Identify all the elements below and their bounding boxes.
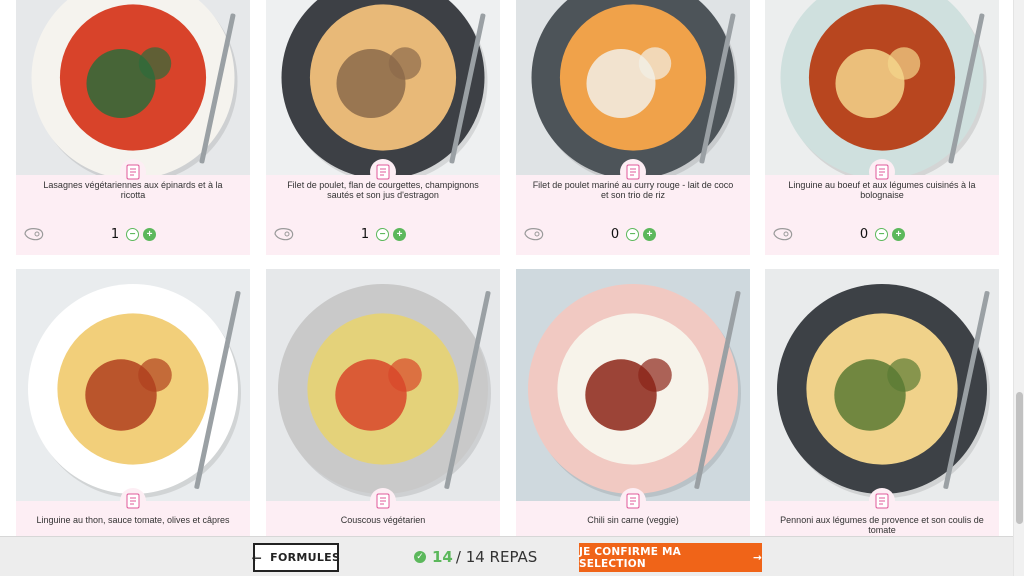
meal-photo [765,0,999,175]
meal-card: Couscous végétarien [266,269,500,536]
meal-photo [16,0,250,175]
meal-photo [266,269,500,501]
meal-photo [16,269,250,501]
meal-photo [516,0,750,175]
meal-name: Filet de poulet mariné au curry rouge - … [532,180,734,200]
meal-counter: ✓ 14 / 14 REPAS [414,546,537,568]
scrollbar-thumb[interactable] [1016,392,1023,524]
recipe-card-icon [370,488,396,514]
decrease-button[interactable]: − [126,228,139,241]
count-total: / 14 REPAS [455,548,538,566]
formules-label: FORMULES [270,551,341,564]
confirm-selection-button[interactable]: JE CONFIRME MA SELECTION → [579,543,762,572]
quantity-value: 1 [110,227,120,242]
count-current: 14 [432,548,453,566]
meat-icon [22,226,46,247]
meal-card: Chili sin carne (veggie) [516,269,750,536]
recipe-card-icon [120,488,146,514]
increase-button[interactable]: + [892,228,905,241]
quantity-value: 1 [360,227,370,242]
meal-photo [765,269,999,501]
quantity-value: 0 [610,227,620,242]
quantity-stepper: 0− + [857,227,905,242]
meal-card: Lasagnes végétariennes aux épinards et à… [16,0,250,255]
page: Lasagnes végétariennes aux épinards et à… [0,0,1024,576]
quantity-stepper: 1− + [108,227,156,242]
meal-name: Linguine au boeuf et aux légumes cuisiné… [788,180,976,200]
quantity-stepper: 0− + [608,227,656,242]
meal-photo [266,0,500,175]
meal-name: Linguine au thon, sauce tomate, olives e… [36,515,230,525]
meat-icon [272,226,296,247]
increase-button[interactable]: + [393,228,406,241]
decrease-button[interactable]: − [376,228,389,241]
increase-button[interactable]: + [643,228,656,241]
formules-button[interactable]: ← FORMULES [251,543,341,572]
arrow-left-icon: ← [251,550,263,565]
decrease-button[interactable]: − [626,228,639,241]
arrow-right-icon: → [753,551,762,564]
meal-card: Pennoni aux légumes de provence et son c… [765,269,999,536]
quantity-stepper: 1− + [358,227,406,242]
meal-name: Chili sin carne (veggie) [587,515,679,525]
meal-photo [516,269,750,501]
meal-name: Pennoni aux légumes de provence et son c… [780,515,984,535]
meal-card: Filet de poulet, flan de courgettes, cha… [266,0,500,255]
meal-name: Lasagnes végétariennes aux épinards et à… [43,180,223,200]
scrollbar[interactable] [1013,0,1024,576]
meal-name: Couscous végétarien [340,515,426,525]
meat-icon [522,226,546,247]
recipe-card-icon [620,488,646,514]
confirm-label: JE CONFIRME MA SELECTION [579,545,681,570]
recipe-card-icon [869,488,895,514]
check-circle-icon: ✓ [414,551,426,563]
meal-card: Linguine au boeuf et aux légumes cuisiné… [765,0,999,255]
meal-card: Filet de poulet mariné au curry rouge - … [516,0,750,255]
quantity-value: 0 [859,227,869,242]
meat-icon [771,226,795,247]
increase-button[interactable]: + [143,228,156,241]
meal-name: Filet de poulet, flan de courgettes, cha… [287,180,479,200]
bottom-bar: ← FORMULES ✓ 14 / 14 REPAS JE CONFIRME M… [0,536,1013,576]
meal-card: Linguine au thon, sauce tomate, olives e… [16,269,250,536]
decrease-button[interactable]: − [875,228,888,241]
